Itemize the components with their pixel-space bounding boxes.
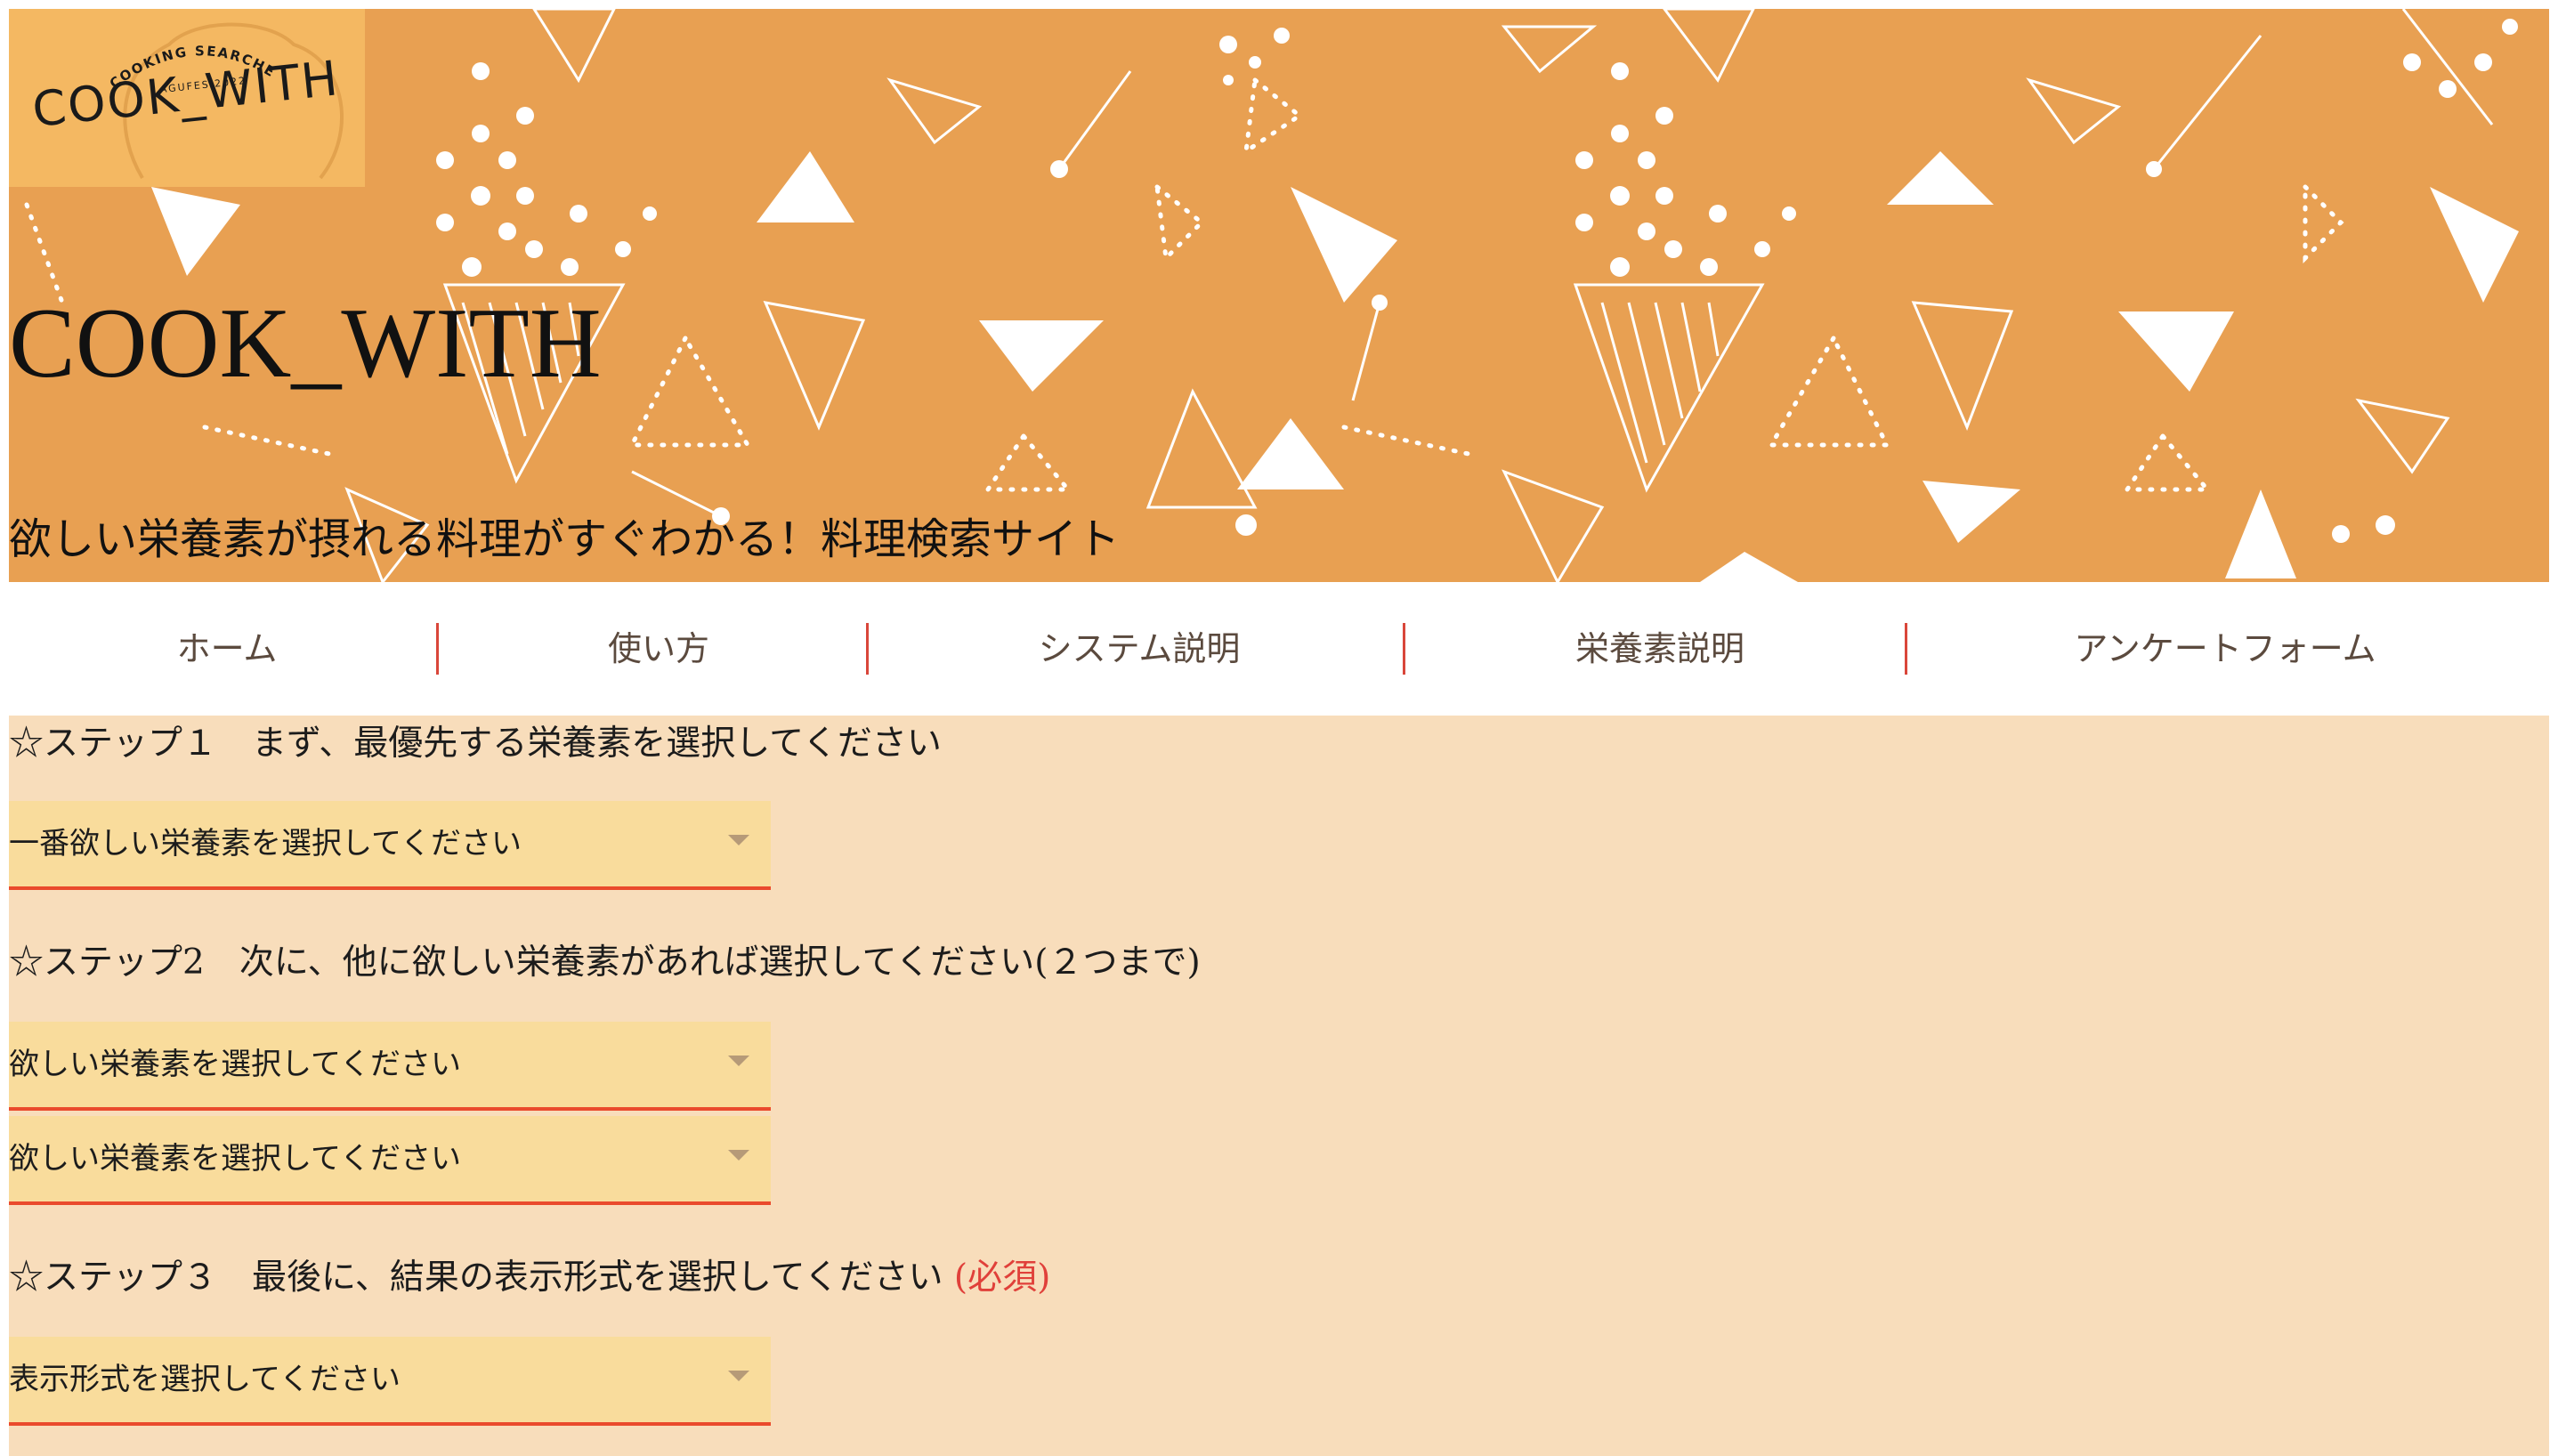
nav-separator (1403, 623, 1405, 675)
nav-item-nutrient-description[interactable]: 栄養素説明 (1406, 582, 1914, 716)
step2-heading: ☆ステップ2 次に、他に欲しい栄養素があれば選択してください(２つまで) (9, 942, 1201, 983)
hero-banner: COOKING SEARCHER AGUFES 2022 COOK_WITH C… (9, 9, 2549, 582)
nav-item-system-description[interactable]: システム説明 (872, 582, 1406, 716)
chevron-down-icon (728, 1150, 749, 1161)
site-tagline: 欲しい栄養素が摂れる料理がすぐわかる！料理検索サイト (9, 514, 1121, 564)
select-value: 欲しい栄養素を選択してください (9, 1047, 461, 1082)
nav-item-survey-form[interactable]: アンケートフォーム (1914, 582, 2537, 716)
required-label: (必須) (953, 1258, 1051, 1298)
select-value: 一番欲しい栄養素を選択してください (9, 826, 522, 861)
nav-separator (436, 623, 439, 675)
secondary-nutrient-select-1[interactable]: 欲しい栄養素を選択してください (9, 1022, 771, 1111)
step1-heading: ☆ステップ１ まず、最優先する栄養素を選択してください (9, 724, 942, 764)
chevron-down-icon (728, 1371, 749, 1381)
nav-item-how-to-use[interactable]: 使い方 (445, 582, 872, 716)
site-title: COOK_WITH (9, 288, 602, 399)
primary-nutrient-select[interactable]: 一番欲しい栄養素を選択してください (9, 801, 771, 890)
chevron-down-icon (728, 835, 749, 845)
main-nav: ホーム 使い方 システム説明 栄養素説明 アンケートフォーム (9, 582, 2549, 716)
nav-separator (866, 623, 869, 675)
select-value: 欲しい栄養素を選択してください (9, 1141, 461, 1177)
page: COOKING SEARCHER AGUFES 2022 COOK_WITH C… (9, 9, 2549, 1456)
site-logo[interactable]: COOKING SEARCHER AGUFES 2022 COOK_WITH (9, 9, 365, 187)
select-value: 表示形式を選択してください (9, 1362, 401, 1397)
nav-item-home[interactable]: ホーム (9, 582, 445, 716)
step3-heading-text: ☆ステップ３ 最後に、結果の表示形式を選択してください (9, 1258, 943, 1298)
secondary-nutrient-select-2[interactable]: 欲しい栄養素を選択してください (9, 1116, 771, 1205)
display-format-select[interactable]: 表示形式を選択してください (9, 1337, 771, 1426)
nav-separator (1905, 623, 1907, 675)
step3-heading: ☆ステップ３ 最後に、結果の表示形式を選択してください (必須) (9, 1260, 1050, 1295)
search-form: ☆ステップ１ まず、最優先する栄養素を選択してください 一番欲しい栄養素を選択し… (9, 716, 2549, 1456)
chevron-down-icon (728, 1056, 749, 1066)
